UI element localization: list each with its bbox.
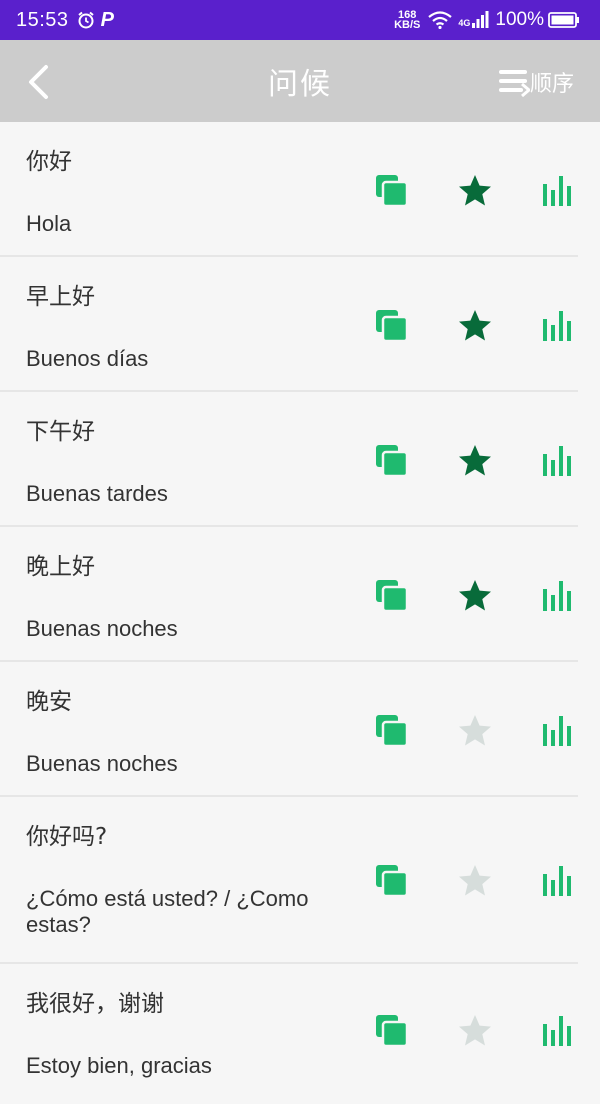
chinese-phrase: 早上好 xyxy=(26,284,95,310)
copy-button[interactable] xyxy=(370,859,414,903)
chinese-phrase: 你好吗? xyxy=(26,824,108,850)
spanish-phrase: Hola xyxy=(26,211,72,236)
bar-chart-icon xyxy=(543,446,571,476)
bar-chart-icon xyxy=(543,311,571,341)
copy-button[interactable] xyxy=(370,1009,414,1053)
copy-button[interactable] xyxy=(370,709,414,753)
bar-chart-icon xyxy=(543,581,571,611)
stats-button[interactable] xyxy=(536,169,580,213)
list-item: 我很好，谢谢 Estoy bien, gracias xyxy=(0,964,578,1104)
chinese-phrase: 你好 xyxy=(26,149,72,175)
spanish-phrase: Buenos días xyxy=(26,346,149,371)
star-filled-icon xyxy=(459,310,491,341)
chinese-phrase: 晚上好 xyxy=(26,554,95,580)
list-item: 早上好 Buenos días xyxy=(0,257,578,392)
chinese-phrase: 晚安 xyxy=(26,689,72,715)
status-time: 15:53 xyxy=(16,8,69,31)
wifi-icon xyxy=(428,11,453,29)
stats-button[interactable] xyxy=(536,439,580,483)
chevron-left-icon xyxy=(29,65,48,99)
favorite-button[interactable] xyxy=(453,709,497,753)
alarm-icon xyxy=(77,11,94,29)
star-filled-icon xyxy=(459,175,491,206)
bar-chart-icon xyxy=(543,866,571,896)
star-outline-icon xyxy=(459,715,491,746)
stats-button[interactable] xyxy=(536,859,580,903)
favorite-button[interactable] xyxy=(453,169,497,213)
favorite-button[interactable] xyxy=(453,1009,497,1053)
copy-icon xyxy=(376,445,409,478)
sort-label: 顺序 xyxy=(529,72,574,97)
bar-chart-icon xyxy=(543,1016,571,1046)
copy-icon xyxy=(376,1015,409,1048)
stats-button[interactable] xyxy=(536,709,580,753)
copy-icon xyxy=(376,715,409,748)
app-bar: 问候 顺序 xyxy=(0,40,600,122)
star-outline-icon xyxy=(459,1015,491,1046)
phrase-list: 你好 Hola 早上好 Buenos días 下午好 Buenas tarde… xyxy=(0,122,600,1104)
list-item: 晚安 Buenas noches xyxy=(0,662,578,797)
signal-icon xyxy=(472,11,489,28)
copy-icon xyxy=(376,865,409,898)
copy-button[interactable] xyxy=(370,304,414,348)
status-bar: 15:53 P 168 KB/S 4G 100% xyxy=(0,0,600,40)
stats-button[interactable] xyxy=(536,574,580,618)
copy-icon xyxy=(376,580,409,613)
sort-lines-icon xyxy=(498,70,530,98)
back-button[interactable] xyxy=(20,62,56,102)
list-item: 你好吗? ¿Cómo está usted? / ¿Como estas? xyxy=(0,797,578,964)
sort-button[interactable]: 顺序 xyxy=(498,64,574,100)
battery-icon xyxy=(548,12,579,28)
app-notification-p: P xyxy=(100,8,114,31)
star-filled-icon xyxy=(459,580,491,611)
star-filled-icon xyxy=(459,445,491,476)
stats-button[interactable] xyxy=(536,304,580,348)
stats-button[interactable] xyxy=(536,1009,580,1053)
copy-button[interactable] xyxy=(370,439,414,483)
bar-chart-icon xyxy=(543,716,571,746)
bar-chart-icon xyxy=(543,176,571,206)
favorite-button[interactable] xyxy=(453,859,497,903)
spanish-phrase: Buenas tardes xyxy=(26,481,168,506)
list-item: 下午好 Buenas tardes xyxy=(0,392,578,527)
spanish-phrase: Estoy bien, gracias xyxy=(26,1053,212,1078)
network-type: 4G xyxy=(458,18,471,28)
star-outline-icon xyxy=(459,865,491,896)
spanish-phrase: Buenas noches xyxy=(26,616,178,641)
chinese-phrase: 我很好，谢谢 xyxy=(26,991,164,1017)
favorite-button[interactable] xyxy=(453,439,497,483)
spanish-phrase: ¿Cómo está usted? / ¿Como estas? xyxy=(26,886,309,937)
battery-percent: 100% xyxy=(495,9,544,30)
list-item: 你好 Hola xyxy=(0,122,578,257)
speed-unit: KB/S xyxy=(394,19,421,31)
chinese-phrase: 下午好 xyxy=(26,419,95,445)
favorite-button[interactable] xyxy=(453,574,497,618)
page-title: 问候 xyxy=(268,67,332,102)
copy-icon xyxy=(376,310,409,343)
favorite-button[interactable] xyxy=(453,304,497,348)
copy-button[interactable] xyxy=(370,169,414,213)
copy-button[interactable] xyxy=(370,574,414,618)
copy-icon xyxy=(376,175,409,208)
list-item: 晚上好 Buenas noches xyxy=(0,527,578,662)
spanish-phrase: Buenas noches xyxy=(26,751,178,776)
network-speed: 168 KB/S xyxy=(394,10,421,31)
